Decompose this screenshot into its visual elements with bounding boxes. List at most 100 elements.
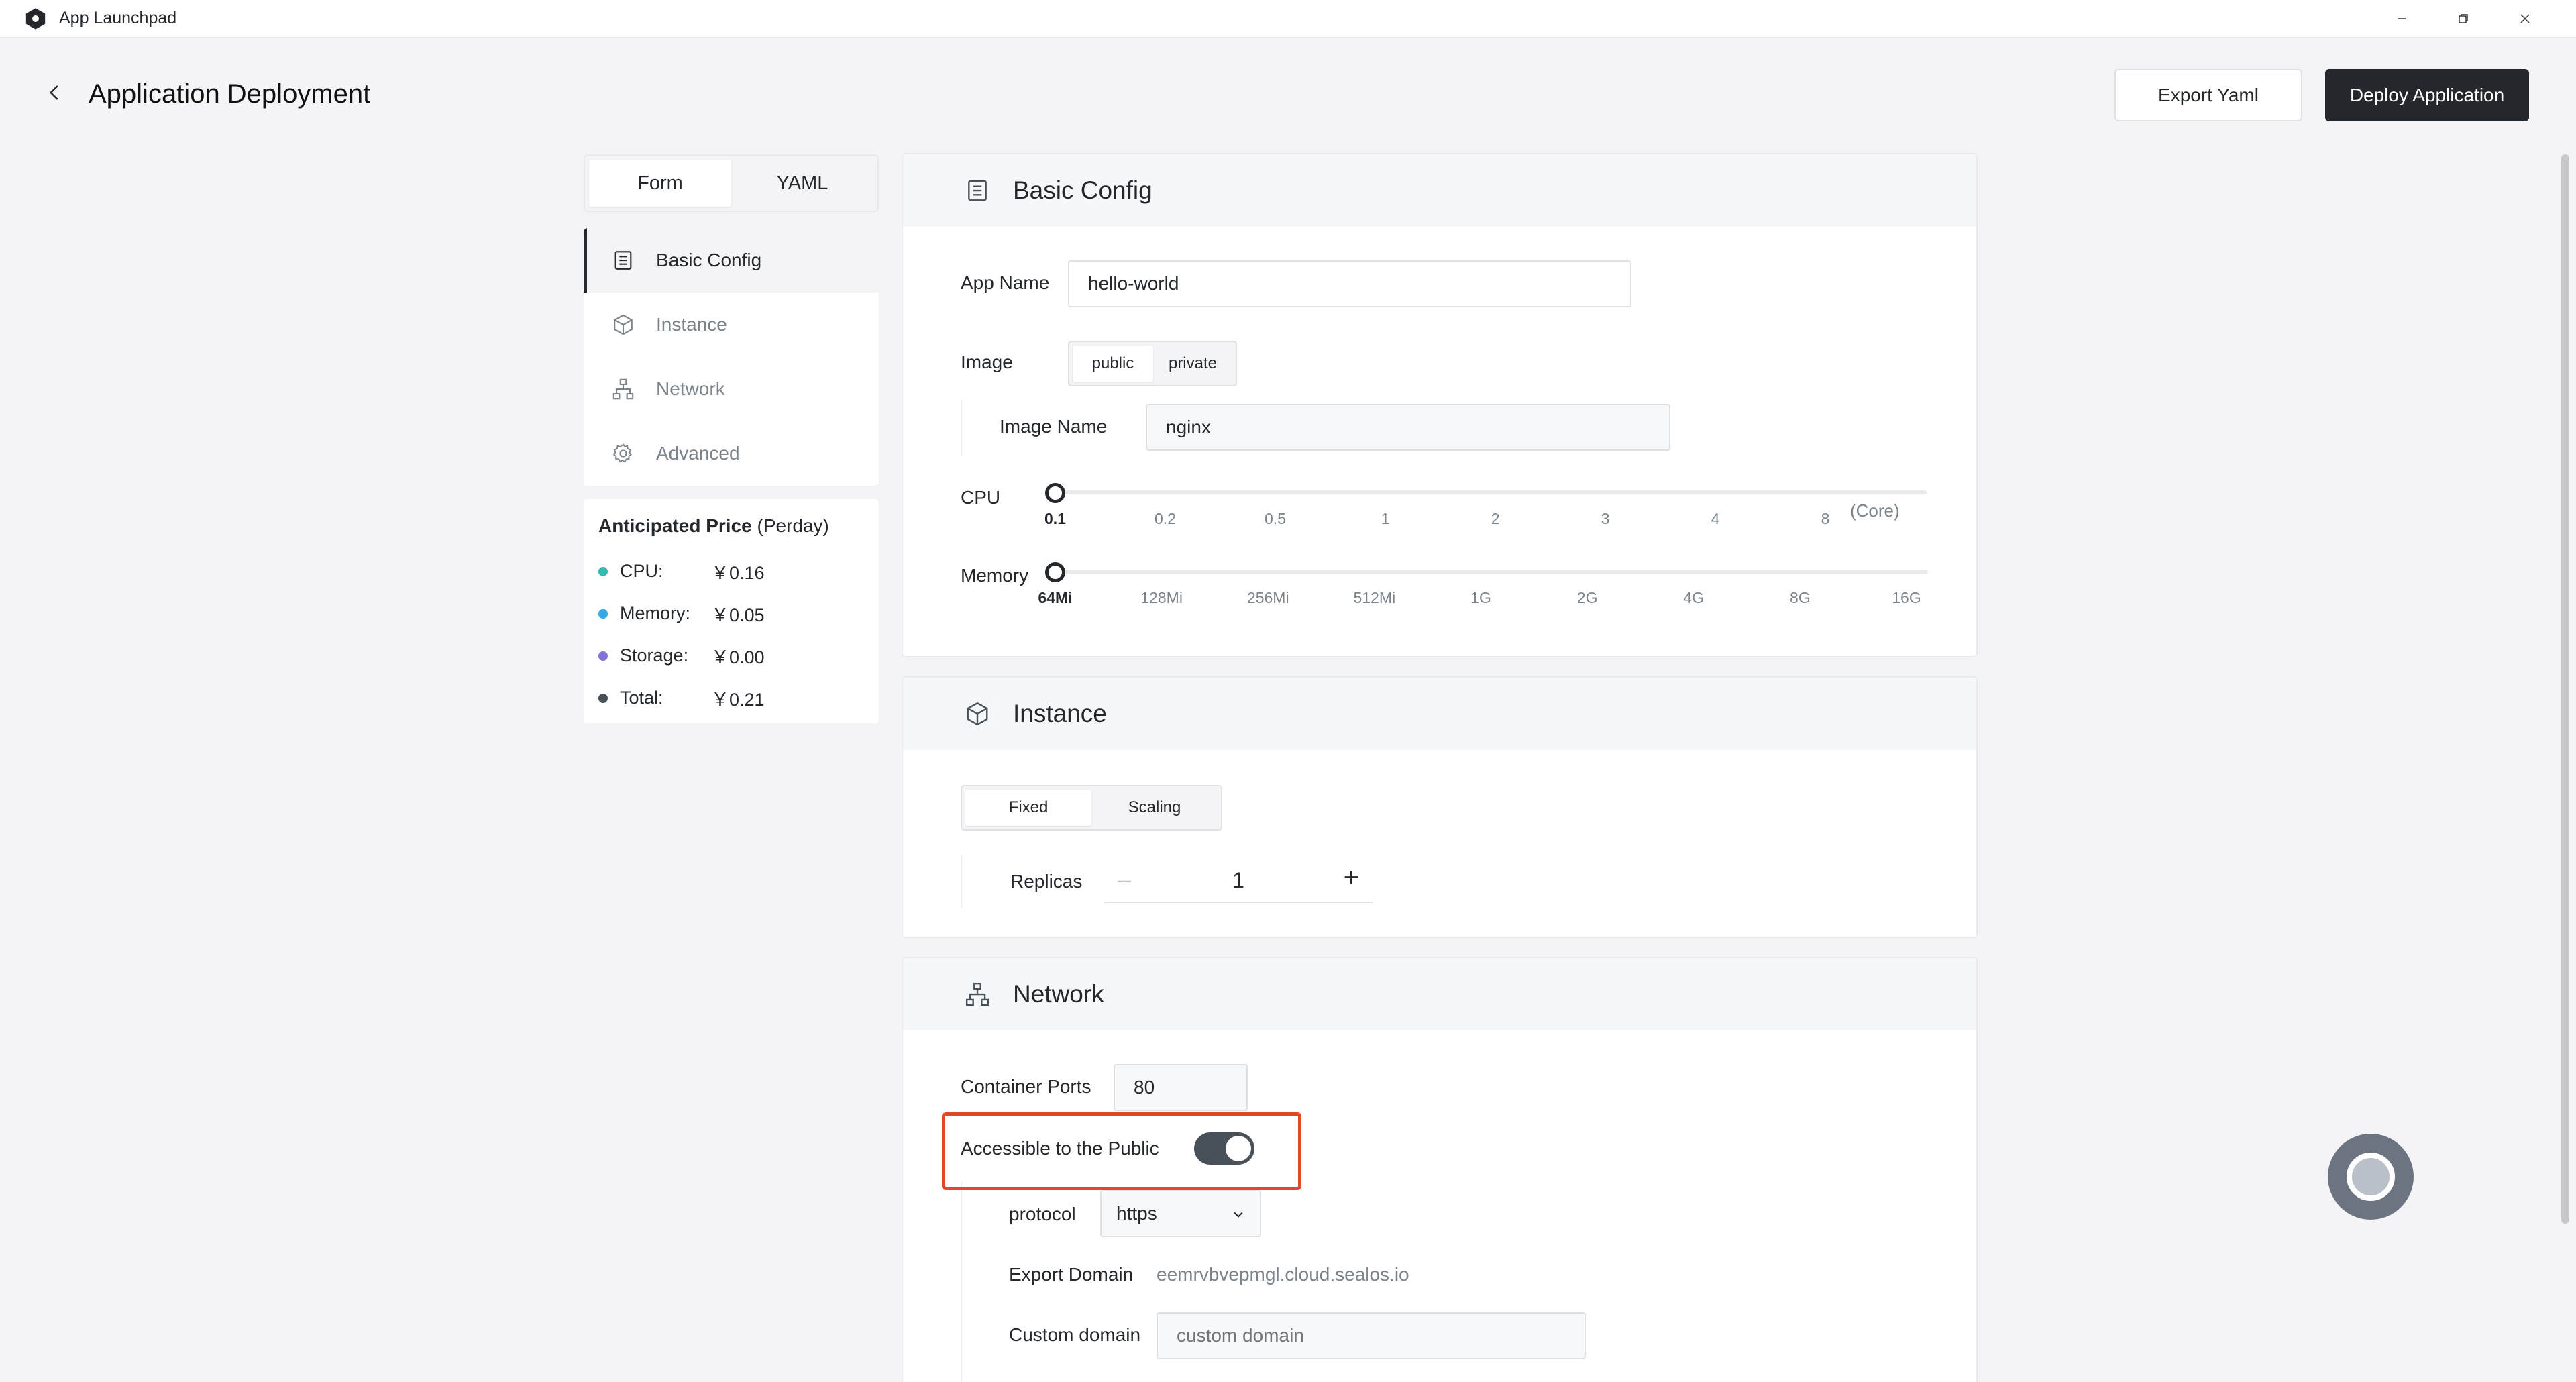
network-title: Network (1013, 980, 1104, 1008)
cube-icon (614, 314, 633, 335)
cpu-tick-label[interactable]: 2 (1491, 510, 1500, 528)
cpu-tick-label[interactable]: 0.2 (1155, 510, 1176, 528)
nav-item-label: Basic Config (656, 250, 762, 270)
protocol-label: protocol (1009, 1204, 1076, 1224)
cpu-slider-thumb[interactable] (1045, 483, 1065, 503)
document-icon (614, 251, 632, 270)
tab-yaml[interactable]: YAML (731, 160, 873, 207)
price-title: Anticipated Price (Perday) (598, 515, 864, 537)
export-domain-label: Export Domain (1009, 1264, 1134, 1285)
window-controls (2371, 0, 2556, 38)
cpu-unit: (Core) (1850, 500, 1900, 521)
price-value: ￥0.00 (711, 647, 765, 668)
restore-button[interactable] (2432, 0, 2494, 38)
network-header: Network (903, 958, 1976, 1030)
price-row-storage: Storage: ￥0.00 (598, 635, 864, 677)
floating-assistant-button[interactable] (2328, 1134, 2414, 1220)
cpu-tick-label[interactable]: 0.5 (1265, 510, 1286, 528)
price-row-memory: Memory: ￥0.05 (598, 592, 864, 635)
memory-tick-label[interactable]: 512Mi (1354, 589, 1396, 607)
memory-slider-thumb[interactable] (1045, 562, 1065, 582)
public-options-guide (961, 1182, 962, 1382)
nav-item-basic-config[interactable]: Basic Config (584, 228, 879, 293)
minimize-button[interactable] (2371, 0, 2432, 38)
custom-domain-input[interactable] (1157, 1312, 1586, 1359)
document-icon (968, 180, 987, 201)
memory-tick-label[interactable]: 128Mi (1140, 589, 1183, 607)
basic-config-header: Basic Config (903, 154, 1976, 227)
mode-scaling-option[interactable]: Scaling (1091, 790, 1218, 826)
nav-item-instance[interactable]: Instance (584, 293, 879, 357)
network-panel: Network Container Ports 80 Accessible to… (902, 957, 1978, 1382)
memory-slider-track[interactable] (1055, 570, 1928, 574)
price-label: CPU: (620, 561, 663, 581)
price-value: ￥0.21 (711, 690, 765, 710)
memory-tick-label[interactable]: 16G (1892, 589, 1921, 607)
replicas-stepper: – 1 + (1104, 856, 1373, 903)
nav-item-advanced[interactable]: Advanced (584, 421, 879, 486)
app-logo-icon (25, 7, 46, 30)
restore-icon (2459, 14, 2468, 23)
nav-item-label: Advanced (656, 443, 740, 464)
back-button[interactable] (40, 78, 70, 107)
container-ports-input[interactable]: 80 (1114, 1064, 1248, 1111)
export-yaml-button[interactable]: Export Yaml (2114, 69, 2302, 121)
cpu-slider-track[interactable] (1055, 490, 1927, 494)
memory-tick-label[interactable]: 64Mi (1038, 589, 1072, 607)
image-name-guide (961, 400, 962, 456)
cpu-label: CPU (961, 487, 1001, 508)
cpu-tick-label[interactable]: 8 (1821, 510, 1830, 528)
price-value: ￥0.16 (711, 563, 765, 583)
toggle-knob (1226, 1136, 1251, 1161)
memory-tick-label[interactable]: 2G (1577, 589, 1598, 607)
price-period: (Perday) (757, 515, 829, 536)
instance-title: Instance (1013, 700, 1107, 727)
nav-item-label: Network (656, 378, 725, 399)
network-icon (612, 378, 634, 400)
public-access-label: Accessible to the Public (961, 1138, 1159, 1159)
image-name-label: Image Name (1000, 416, 1108, 437)
memory-dot (598, 608, 608, 619)
anticipated-price-card: Anticipated Price (Perday) CPU: ￥0.16 Me… (584, 499, 879, 723)
window-titlebar: App Launchpad (0, 0, 2576, 38)
chevron-down-icon (1234, 1212, 1243, 1218)
page-title: Application Deployment (89, 79, 371, 109)
chevron-left-icon (49, 85, 58, 100)
protocol-select[interactable]: https (1100, 1190, 1261, 1237)
replicas-value[interactable]: 1 (1104, 868, 1373, 893)
image-private-option[interactable]: private (1153, 346, 1232, 382)
image-label: Image (961, 352, 1013, 372)
public-access-toggle[interactable] (1194, 1132, 1254, 1165)
memory-tick-label[interactable]: 8G (1790, 589, 1811, 607)
export-domain-value: eemrvbvepmgl.cloud.sealos.io (1157, 1264, 1409, 1285)
memory-tick-label[interactable]: 1G (1470, 589, 1491, 607)
close-icon (2520, 14, 2530, 23)
cpu-tick-label[interactable]: 4 (1711, 510, 1720, 528)
basic-config-panel: Basic Config App Name hello-world Image … (902, 153, 1978, 657)
cpu-tick-label[interactable]: 1 (1381, 510, 1390, 528)
window-title: App Launchpad (59, 9, 177, 28)
total-dot (598, 693, 608, 703)
app-name-input[interactable]: hello-world (1068, 260, 1631, 307)
tab-form[interactable]: Form (589, 160, 731, 207)
app-name-label: App Name (961, 272, 1050, 293)
cpu-tick-label[interactable]: 0.1 (1044, 510, 1066, 528)
page-scrollbar[interactable] (2561, 154, 2569, 1224)
image-name-input[interactable]: nginx (1146, 404, 1670, 451)
memory-label: Memory (961, 565, 1029, 586)
cpu-dot (598, 566, 608, 576)
deploy-application-button[interactable]: Deploy Application (2325, 69, 2529, 121)
image-public-option[interactable]: public (1073, 346, 1153, 382)
mode-fixed-option[interactable]: Fixed (965, 790, 1091, 826)
increment-button[interactable]: + (1344, 863, 1359, 893)
storage-dot (598, 651, 608, 661)
minimize-icon (2398, 18, 2406, 19)
memory-tick-label[interactable]: 256Mi (1247, 589, 1289, 607)
instance-panel: Instance Fixed Scaling Replicas – 1 + (902, 676, 1978, 938)
memory-tick-label[interactable]: 4G (1683, 589, 1704, 607)
cpu-tick-label[interactable]: 3 (1601, 510, 1610, 528)
price-value: ￥0.05 (711, 605, 765, 625)
close-button[interactable] (2494, 0, 2556, 38)
nav-item-network[interactable]: Network (584, 357, 879, 421)
price-label: Memory: (620, 603, 691, 623)
